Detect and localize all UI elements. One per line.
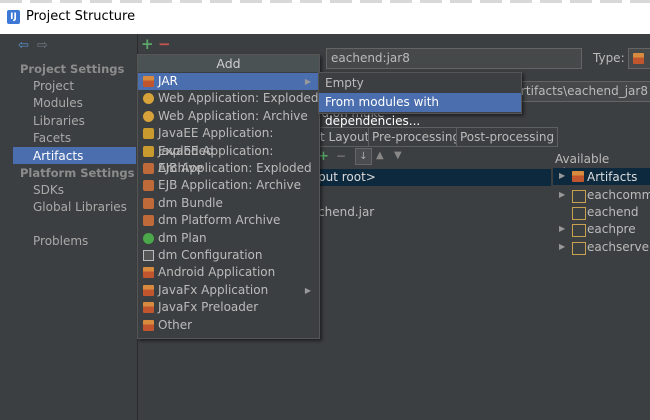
artifact-name-value: eachend:jar8: [331, 51, 410, 65]
expand-arrow-icon[interactable]: ▶: [559, 171, 565, 180]
artifact-type-select[interactable]: [628, 48, 650, 69]
menu-item-dm-plan[interactable]: dm Plan: [138, 230, 319, 247]
android-icon: [143, 267, 154, 279]
add-artifact-menu: Add JAR ▶ Web Application: Exploded Web …: [137, 54, 320, 339]
jar-icon: [143, 76, 154, 87]
nav-item-problems[interactable]: Problems: [33, 234, 88, 248]
submenu-arrow-icon: ▶: [304, 285, 311, 295]
artifact-name-field[interactable]: eachend:jar8: [326, 48, 582, 69]
menu-item-javaee-exploded[interactable]: JavaEE Application: Exploded: [138, 125, 319, 158]
output-root-label[interactable]: put root>: [318, 170, 376, 184]
nav-item-modules[interactable]: Modules: [33, 96, 83, 110]
move-up-icon[interactable]: ▲: [376, 150, 384, 161]
available-item-eachcommo[interactable]: eachcommo: [587, 188, 650, 202]
menu-item-other[interactable]: Other: [138, 317, 319, 334]
taskbar-strip: [0, 0, 650, 3]
back-arrow-icon[interactable]: ⇦: [18, 38, 29, 53]
dm-archive-icon: [143, 215, 154, 227]
javafx-icon: [143, 302, 154, 314]
menu-item-dm-configuration[interactable]: dm Configuration: [138, 247, 319, 264]
submenu-arrow-icon: ▶: [304, 77, 311, 86]
nav-item-global-libraries[interactable]: Global Libraries: [33, 200, 127, 214]
module-folder-icon: [572, 190, 586, 203]
window-title: Project Structure: [26, 9, 136, 24]
dm-config-icon: [143, 250, 154, 261]
expand-arrow-icon[interactable]: ▶: [559, 242, 565, 251]
artifacts-folder-icon: [572, 171, 584, 182]
forward-arrow-icon[interactable]: ⇨: [37, 38, 48, 53]
layout-remove-button[interactable]: −: [336, 149, 346, 163]
javaee-icon: [143, 145, 154, 157]
ejb-icon: [143, 163, 154, 174]
javaee-icon: [143, 128, 154, 140]
nav-item-project[interactable]: Project: [33, 79, 74, 93]
sort-icon[interactable]: ↓: [355, 148, 372, 165]
web-icon: [143, 110, 154, 122]
module-folder-icon: [572, 242, 586, 255]
jar-submenu: Empty From modules with dependencies...: [318, 72, 522, 128]
nav-item-sdks[interactable]: SDKs: [33, 183, 64, 197]
module-folder-icon: [572, 224, 586, 237]
other-icon: [143, 319, 154, 331]
remove-artifact-button[interactable]: −: [158, 35, 171, 53]
javafx-icon: [143, 284, 154, 296]
menu-item-javafx-preloader[interactable]: JavaFx Preloader: [138, 299, 319, 316]
menu-item-javafx-application[interactable]: JavaFx Application ▶: [138, 282, 319, 299]
nav-item-artifacts[interactable]: Artifacts: [33, 149, 83, 163]
nav-item-libraries[interactable]: Libraries: [33, 114, 85, 128]
menu-item-javaee-archive[interactable]: JavaEE Application: Archive: [138, 143, 319, 175]
jar-icon: [633, 53, 644, 64]
menu-item-ejb-exploded[interactable]: EJB Application: Exploded: [138, 160, 319, 177]
plan-icon: [143, 232, 154, 244]
section-platform-settings: Platform Settings: [20, 166, 135, 180]
output-directory-value: rtifacts\eachend_jar8: [521, 84, 648, 98]
menu-item-dm-bundle[interactable]: dm Bundle: [138, 195, 319, 212]
move-down-icon[interactable]: ▼: [394, 150, 402, 161]
available-item-artifacts[interactable]: Artifacts: [587, 170, 637, 184]
submenu-item-empty[interactable]: Empty: [319, 74, 521, 93]
available-item-eachend[interactable]: eachend: [587, 205, 639, 219]
nav-item-facets[interactable]: Facets: [33, 131, 71, 145]
ejb-icon: [143, 180, 154, 192]
expand-arrow-icon[interactable]: ▶: [559, 190, 565, 199]
menu-item-android-application[interactable]: Android Application: [138, 264, 319, 281]
menu-item-jar[interactable]: JAR ▶: [138, 73, 319, 91]
expand-arrow-icon[interactable]: ▶: [559, 224, 565, 233]
menu-item-web-archive[interactable]: Web Application: Archive: [138, 108, 319, 125]
web-icon: [143, 93, 154, 105]
dm-bundle-icon: [143, 197, 154, 209]
section-project-settings: Project Settings: [20, 62, 125, 76]
menu-item-dm-platform-archive[interactable]: dm Platform Archive: [138, 212, 319, 229]
output-directory-field[interactable]: rtifacts\eachend_jar8: [510, 81, 650, 102]
module-folder-icon: [572, 207, 586, 220]
available-item-eachserver[interactable]: eachserver: [587, 240, 650, 254]
add-artifact-button[interactable]: +: [141, 35, 154, 53]
available-item-eachpre[interactable]: eachpre: [587, 222, 636, 236]
add-menu-header: Add: [138, 55, 319, 72]
submenu-item-from-modules[interactable]: From modules with dependencies...: [319, 93, 521, 128]
jar-file-label[interactable]: chend.jar: [318, 205, 374, 219]
type-label: Type:: [593, 51, 625, 65]
intellij-app-icon: IJ: [7, 10, 20, 24]
menu-item-web-exploded[interactable]: Web Application: Exploded: [138, 90, 319, 107]
menu-item-ejb-archive[interactable]: EJB Application: Archive: [138, 177, 319, 194]
